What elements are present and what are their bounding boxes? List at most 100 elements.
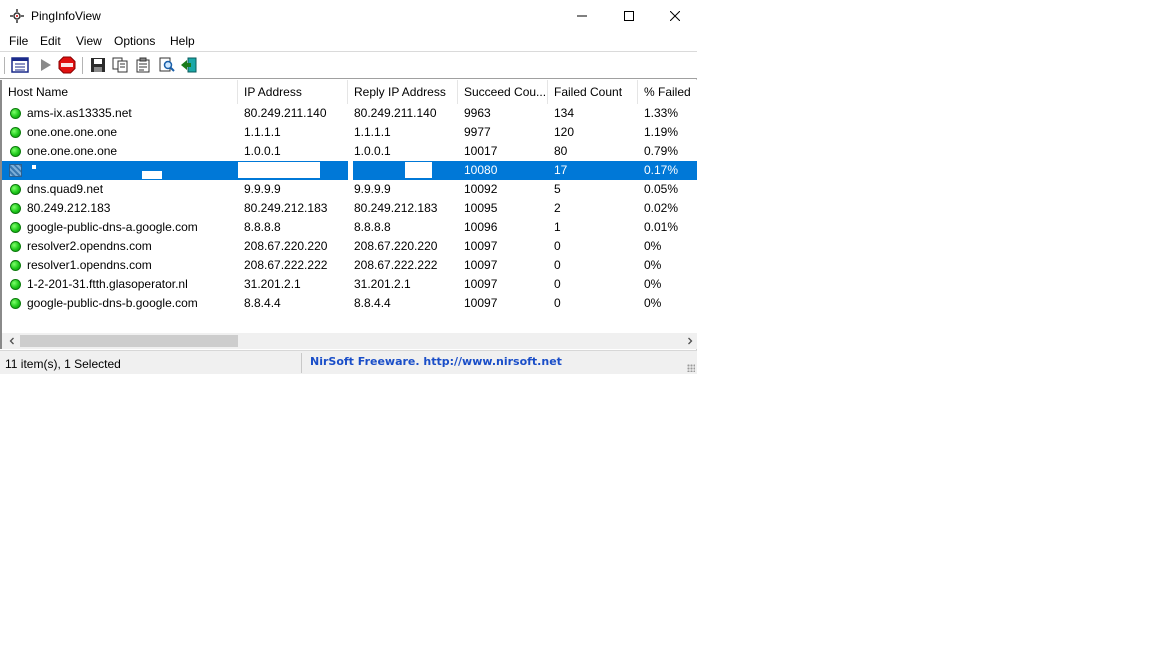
table-row[interactable]: resolver2.opendns.com 208.67.220.220 208.6… — [2, 237, 697, 256]
resize-grip-icon[interactable] — [687, 364, 695, 372]
cell-ip-address: 8.8.4.4 — [244, 296, 281, 310]
cell-percent-failed: 0% — [644, 239, 662, 253]
cell-percent-failed: 1.33% — [644, 106, 679, 120]
cell-ip-address: 208.67.220.220 — [244, 239, 328, 253]
cell-percent-failed: 0.05% — [644, 182, 679, 196]
cell-host-name: google-public-dns-b.google.com — [27, 296, 198, 310]
minimize-button[interactable] — [559, 0, 605, 31]
table-row[interactable]: one.one.one.one 1.0.0.1 1.0.0.1 10017 80 0.79… — [2, 142, 697, 161]
menu-edit[interactable]: Edit — [40, 34, 61, 48]
cell-succeed-count: 10095 — [464, 201, 498, 215]
cell-reply-ip: 8.8.8.8 — [354, 220, 391, 234]
cell-succeed-count: 10092 — [464, 182, 498, 196]
maximize-button[interactable] — [606, 0, 652, 31]
menu-options[interactable]: Options — [114, 34, 155, 48]
start-ping-icon — [41, 59, 51, 71]
column-succeed-count[interactable]: Succeed Cou... — [458, 80, 548, 104]
maximize-icon — [624, 10, 634, 21]
horizontal-scrollbar[interactable] — [0, 333, 697, 349]
table-row-selected[interactable]: 10080 17 0.17% — [2, 161, 697, 180]
table-row[interactable]: one.one.one.one 1.1.1.1 1.1.1.1 9977 120 1.19… — [2, 123, 697, 142]
pinginfoview-window: PingInfoView File Edit View Options Help — [0, 0, 697, 374]
table-row[interactable]: 80.249.212.183 80.249.212.183 80.249.212.1… — [2, 199, 697, 218]
column-ip-address[interactable]: IP Address — [238, 80, 348, 104]
cell-host-name — [2, 161, 238, 180]
table-row[interactable]: ams-ix.as13335.net 80.249.211.140 80.249.2… — [2, 104, 697, 123]
html-report-icon — [136, 57, 150, 73]
cell-failed-count: 134 — [554, 106, 575, 120]
redaction-mark — [405, 162, 432, 178]
cell-succeed-count: 10097 — [464, 239, 498, 253]
cell-host-name: 80.249.212.183 — [27, 201, 111, 215]
find-icon — [159, 57, 175, 72]
cell-percent-failed: 0% — [644, 296, 662, 310]
cell-ip-address: 31.201.2.1 — [244, 277, 301, 291]
redaction-mark — [32, 165, 36, 169]
window-title: PingInfoView — [31, 9, 101, 23]
cell-reply-ip: 31.201.2.1 — [354, 277, 411, 291]
cell-percent-failed: 1.19% — [644, 125, 679, 139]
cell-reply-ip: 1.0.0.1 — [354, 144, 391, 158]
ping-results-table[interactable]: Host Name IP Address Reply IP Address Su… — [0, 80, 697, 333]
table-row[interactable]: dns.quad9.net 9.9.9.9 9.9.9.9 10092 5 0.05% — [2, 180, 697, 199]
exit-button[interactable] — [179, 55, 199, 75]
cell-failed-count: 80 — [554, 144, 568, 158]
save-icon — [91, 58, 105, 72]
cell-ip-address: 8.8.8.8 — [244, 220, 281, 234]
scroll-right-icon[interactable] — [682, 333, 698, 349]
cell-reply-ip: 9.9.9.9 — [354, 182, 391, 196]
column-percent-failed[interactable]: % Failed — [638, 80, 697, 104]
cell-failed-count: 120 — [554, 125, 575, 139]
nirsoft-link[interactable]: NirSoft Freeware. http://www.nirsoft.net — [310, 355, 562, 368]
toolbar — [0, 51, 697, 79]
start-ping-button[interactable] — [35, 55, 55, 75]
close-button[interactable] — [652, 0, 698, 31]
save-button[interactable] — [88, 55, 108, 75]
cell-failed-count: 17 — [554, 163, 568, 177]
cell-failed-count: 0 — [554, 277, 561, 291]
html-report-button[interactable] — [133, 55, 153, 75]
cell-host-name: dns.quad9.net — [27, 182, 104, 196]
find-button[interactable] — [157, 55, 177, 75]
properties-button[interactable] — [10, 55, 30, 75]
cell-reply-ip: 8.8.4.4 — [354, 296, 391, 310]
toolbar-separator — [4, 57, 5, 74]
cell-reply-ip: 208.67.220.220 — [354, 239, 438, 253]
column-host-name[interactable]: Host Name — [2, 80, 238, 104]
menu-view[interactable]: View — [76, 34, 102, 48]
properties-icon — [11, 57, 29, 73]
table-row[interactable]: 1-2-201-31.ftth.glasoperator.nl 31.201.2.… — [2, 275, 697, 294]
cell-succeed-count: 10017 — [464, 144, 498, 158]
scrollbar-thumb[interactable] — [20, 335, 238, 347]
cell-reply-ip: 80.249.211.140 — [354, 106, 437, 120]
column-failed-count[interactable]: Failed Count — [548, 80, 638, 104]
menu-file[interactable]: File — [9, 34, 28, 48]
cell-host-name: resolver1.opendns.com — [27, 258, 152, 272]
cell-succeed-count: 10096 — [464, 220, 498, 234]
cell-percent-failed: 0.01% — [644, 220, 679, 234]
close-icon — [670, 10, 680, 21]
cell-host-name: ams-ix.as13335.net — [27, 106, 132, 120]
cell-ip-address: 9.9.9.9 — [244, 182, 281, 196]
status-bar: 11 item(s), 1 Selected NirSoft Freeware.… — [0, 350, 697, 374]
cell-host-name: resolver2.opendns.com — [27, 239, 152, 253]
table-row[interactable]: resolver1.opendns.com 208.67.222.222 208.6… — [2, 256, 697, 275]
column-reply-ip-address[interactable]: Reply IP Address — [348, 80, 458, 104]
cell-failed-count: 0 — [554, 296, 561, 310]
table-row[interactable]: google-public-dns-b.google.com 8.8.4.4 8.8… — [2, 294, 697, 313]
table-row[interactable]: google-public-dns-a.google.com 8.8.8.8 8.8… — [2, 218, 697, 237]
cell-reply-ip: 80.249.212.183 — [354, 201, 438, 215]
cell-reply-ip — [348, 161, 458, 180]
copy-button[interactable] — [110, 55, 130, 75]
stop-button[interactable] — [57, 55, 77, 75]
redaction-mark — [238, 162, 320, 178]
cell-host-name: 1-2-201-31.ftth.glasoperator.nl — [27, 277, 188, 291]
exit-icon — [181, 57, 197, 73]
scroll-left-icon[interactable] — [4, 333, 20, 349]
cell-succeed-count: 10097 — [464, 296, 498, 310]
title-bar[interactable]: PingInfoView — [0, 0, 697, 31]
menu-help[interactable]: Help — [170, 34, 195, 48]
cell-percent-failed: 0.02% — [644, 201, 679, 215]
redaction-mark — [348, 161, 353, 180]
cell-percent-failed: 0.17% — [644, 163, 679, 177]
